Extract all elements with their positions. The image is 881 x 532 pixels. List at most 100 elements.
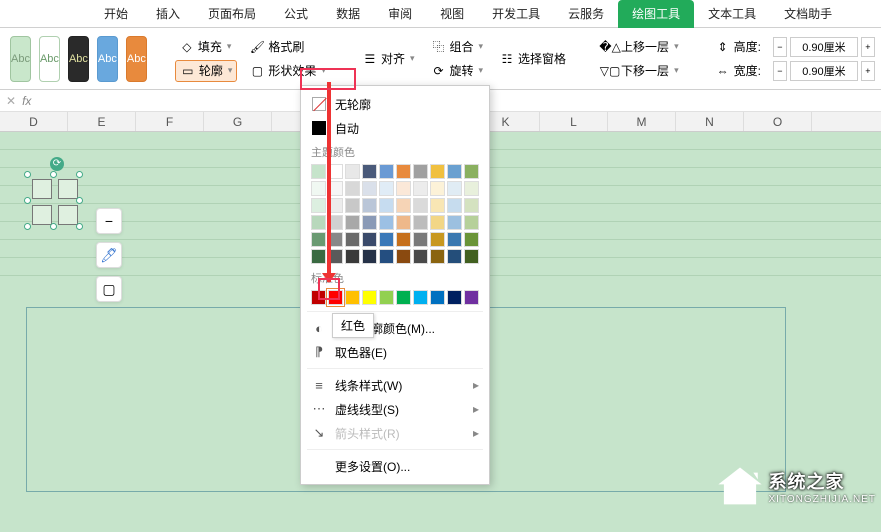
theme-color-swatch[interactable] [413,249,428,264]
tab-start[interactable]: 开始 [90,0,142,28]
theme-color-swatch[interactable] [396,181,411,196]
theme-color-swatch[interactable] [362,249,377,264]
theme-color-swatch[interactable] [396,164,411,179]
theme-color-swatch[interactable] [345,249,360,264]
resize-handle[interactable] [76,223,83,230]
theme-color-swatch[interactable] [345,215,360,230]
theme-color-swatch[interactable] [311,249,326,264]
shape-style-1[interactable]: Abc [10,36,31,82]
resize-handle[interactable] [76,197,83,204]
theme-color-swatch[interactable] [345,181,360,196]
col-F[interactable]: F [136,112,204,131]
theme-color-swatch[interactable] [362,232,377,247]
theme-color-swatch[interactable] [447,198,462,213]
tab-view[interactable]: 视图 [426,0,478,28]
shape-tool-icon[interactable]: ▢ [96,276,122,302]
resize-handle[interactable] [24,223,31,230]
height-input[interactable] [790,37,858,57]
tab-data[interactable]: 数据 [322,0,374,28]
theme-color-swatch[interactable] [464,232,479,247]
resize-handle[interactable] [76,171,83,178]
theme-color-swatch[interactable] [311,181,326,196]
width-dec[interactable]: − [773,61,787,81]
shape-rect[interactable] [32,205,52,225]
theme-color-swatch[interactable] [430,181,445,196]
theme-color-swatch[interactable] [345,164,360,179]
theme-color-swatch[interactable] [379,181,394,196]
tab-review[interactable]: 审阅 [374,0,426,28]
col-O[interactable]: O [744,112,812,131]
standard-color-swatch[interactable] [464,290,479,305]
shape-style-3[interactable]: Abc [68,36,89,82]
theme-color-swatch[interactable] [447,249,462,264]
align-button[interactable]: ☰ 对齐▾ [358,48,419,70]
col-E[interactable]: E [68,112,136,131]
pen-tool-icon[interactable]: 🖊 [96,242,122,268]
shape-rect[interactable] [58,205,78,225]
theme-color-swatch[interactable] [413,232,428,247]
standard-color-swatch[interactable] [413,290,428,305]
theme-color-swatch[interactable] [379,164,394,179]
resize-handle[interactable] [50,171,57,178]
tab-developer[interactable]: 开发工具 [478,0,554,28]
tab-cloud[interactable]: 云服务 [554,0,618,28]
theme-color-swatch[interactable] [379,198,394,213]
theme-color-swatch[interactable] [396,232,411,247]
selected-shapes[interactable]: ⟳ [28,175,80,227]
rotate-button[interactable]: ⟳ 旋转▾ [426,60,487,82]
cancel-icon[interactable]: ✕ [6,94,16,108]
shape-style-4[interactable]: Abc [97,36,118,82]
eyedropper-item[interactable]: ⁋ 取色器(E) [307,340,483,364]
standard-color-swatch[interactable] [379,290,394,305]
theme-color-swatch[interactable] [362,181,377,196]
tab-formula[interactable]: 公式 [270,0,322,28]
height-inc[interactable]: + [861,37,875,57]
resize-handle[interactable] [24,171,31,178]
bring-forward-button[interactable]: �△ 上移一层▾ [598,36,683,58]
tab-text-tools[interactable]: 文本工具 [694,0,770,28]
theme-color-swatch[interactable] [413,198,428,213]
theme-color-swatch[interactable] [396,215,411,230]
theme-color-swatch[interactable] [464,249,479,264]
no-outline-item[interactable]: 无轮廓 [307,92,483,116]
theme-color-swatch[interactable] [447,181,462,196]
fx-icon[interactable]: fx [22,94,31,108]
rotate-handle-icon[interactable]: ⟳ [50,157,64,171]
more-settings-item[interactable]: 更多设置(O)... [307,454,483,478]
theme-color-swatch[interactable] [311,215,326,230]
auto-color-item[interactable]: 自动 [307,116,483,140]
shape-rect[interactable] [58,179,78,199]
theme-color-swatch[interactable] [413,164,428,179]
theme-color-swatch[interactable] [464,164,479,179]
theme-color-swatch[interactable] [379,249,394,264]
shape-style-2[interactable]: Abc [39,36,60,82]
col-N[interactable]: N [676,112,744,131]
line-style-item[interactable]: ≡ 线条样式(W) ▸ [307,373,483,397]
dash-style-item[interactable]: ⋯ 虚线线型(S) ▸ [307,397,483,421]
theme-color-swatch[interactable] [413,215,428,230]
theme-color-swatch[interactable] [396,249,411,264]
theme-color-swatch[interactable] [430,215,445,230]
standard-color-swatch[interactable] [430,290,445,305]
resize-handle[interactable] [50,223,57,230]
theme-color-swatch[interactable] [379,232,394,247]
col-M[interactable]: M [608,112,676,131]
theme-color-swatch[interactable] [379,215,394,230]
theme-color-swatch[interactable] [430,164,445,179]
theme-color-swatch[interactable] [464,198,479,213]
width-inc[interactable]: + [861,61,875,81]
theme-color-swatch[interactable] [447,164,462,179]
resize-handle[interactable] [24,197,31,204]
standard-color-swatch[interactable] [396,290,411,305]
col-D[interactable]: D [0,112,68,131]
send-backward-button[interactable]: ▽▢ 下移一层▾ [598,60,683,82]
theme-color-swatch[interactable] [464,215,479,230]
tab-drawing-tools[interactable]: 绘图工具 [618,0,694,28]
theme-color-swatch[interactable] [311,232,326,247]
selection-pane-button[interactable]: ☷ 选择窗格 [495,48,570,70]
theme-color-swatch[interactable] [430,232,445,247]
shape-style-5[interactable]: Abc [126,36,147,82]
height-dec[interactable]: − [773,37,787,57]
width-input[interactable] [790,61,858,81]
fill-button[interactable]: ◇ 填充▾ [175,36,238,58]
